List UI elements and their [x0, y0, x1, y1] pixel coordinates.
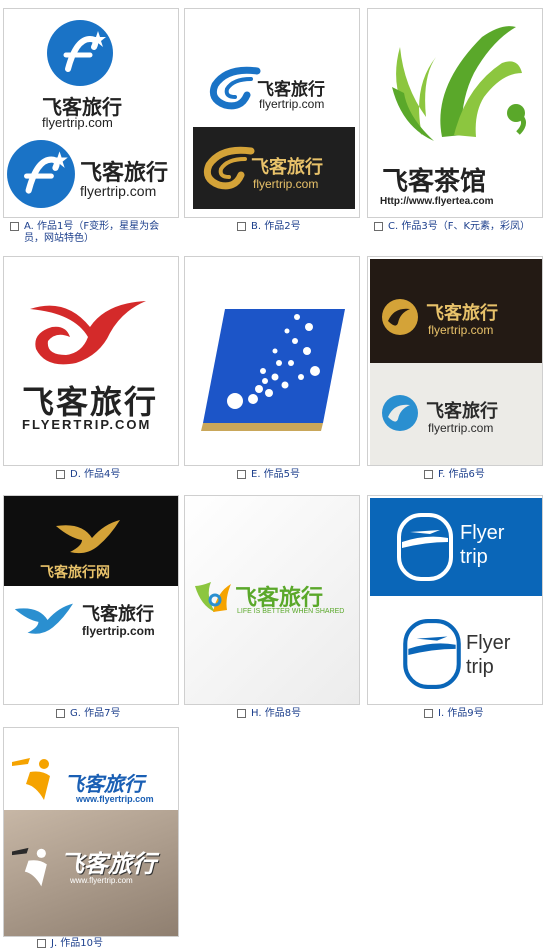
option-a-checkbox[interactable]	[10, 222, 19, 231]
swirl-circle-icon	[382, 299, 418, 335]
option-c-checkbox[interactable]	[374, 222, 383, 231]
option-e[interactable]: E. 作品5号	[237, 469, 300, 481]
logo-card-g[interactable]: 飞客旅行网 飞客旅行 flyertrip.com	[3, 495, 179, 705]
brand-url-text: flyertrip.com	[428, 323, 494, 337]
logo-card-b[interactable]: 飞客旅行 flyertrip.com 飞客旅行 flyertrip.com	[184, 8, 360, 218]
trip-text: trip	[460, 546, 488, 568]
logo-card-a[interactable]: 飞客旅行 flyertrip.com 飞客旅行 flyertrip.com	[3, 8, 179, 218]
option-i[interactable]: I. 作品9号	[424, 708, 484, 720]
dark-version-panel: 飞客旅行 flyertrip.com	[193, 127, 355, 209]
f-star-circle-icon	[47, 20, 113, 86]
brand-url-text: flyertrip.com	[80, 183, 157, 199]
option-b-label: B. 作品2号	[251, 221, 301, 232]
brand-name-text: 飞客旅行	[251, 157, 323, 178]
light-version-panel: 飞客旅行 flyertrip.com	[370, 363, 542, 465]
option-d-label: D. 作品4号	[70, 469, 121, 480]
option-i-checkbox[interactable]	[424, 709, 433, 718]
plane-window-icon	[403, 619, 461, 689]
option-a-label: A. 作品1号（F变形，星星为会员，网站特色）	[24, 221, 160, 244]
option-h-checkbox[interactable]	[237, 709, 246, 718]
tea-url-text: Http://www.flyertea.com	[380, 196, 494, 207]
brand-url-text: flyertrip.com	[42, 115, 113, 130]
leaf-swirl-icon	[195, 582, 231, 612]
option-d-checkbox[interactable]	[56, 470, 65, 479]
bird-icon	[14, 603, 73, 634]
plane-window-icon	[397, 513, 453, 581]
option-b-checkbox[interactable]	[237, 222, 246, 231]
green-leaf-k-icon	[392, 26, 526, 141]
option-g-label: G. 作品7号	[70, 708, 121, 719]
brand-url-text: flyertrip.com	[259, 97, 325, 111]
trip-text: trip	[466, 656, 494, 678]
logo-card-j[interactable]: 飞客旅行 www.flyertrip.com 飞客旅行 www.flyertri…	[3, 727, 179, 937]
brand-url-text: flyertrip.com	[82, 624, 155, 638]
option-j[interactable]: J. 作品10号	[37, 938, 103, 950]
brand-name-text: 飞客旅行	[64, 772, 144, 796]
flyer-text: Flyer	[466, 632, 511, 654]
blue-version-panel: Flyer trip	[370, 498, 542, 596]
brand-url-text: www.flyertrip.com	[76, 794, 154, 804]
logo-card-d[interactable]: 飞客旅行 FLYERTRIP.COM	[3, 256, 179, 466]
brand-url-text: www.flyertrip.com	[70, 876, 133, 885]
runner-figure-icon	[12, 847, 47, 887]
paper-version-panel: 飞客旅行 www.flyertrip.com	[4, 810, 178, 936]
logo-card-c[interactable]: 飞客茶馆 Http://www.flyertea.com	[367, 8, 543, 218]
bird-icon	[56, 520, 120, 554]
logo-card-f[interactable]: 飞客旅行 flyertrip.com 飞客旅行 flyertrip.com	[367, 256, 543, 466]
flyer-text: Flyer	[460, 522, 505, 544]
option-a[interactable]: A. 作品1号（F变形，星星为会员，网站特色）	[10, 221, 174, 245]
brand-url-text: FLYERTRIP.COM	[22, 417, 152, 432]
brand-name-text: 飞客旅行	[60, 850, 156, 878]
blue-dots-trail-icon	[201, 309, 345, 431]
brand-name-text: 飞客旅行	[82, 604, 154, 625]
swirl-wave-icon	[203, 146, 255, 190]
swirl-circle-icon	[382, 395, 418, 431]
option-g-checkbox[interactable]	[56, 709, 65, 718]
red-wing-icon	[30, 301, 146, 365]
dark-version-panel: 飞客旅行网	[4, 496, 178, 586]
option-e-checkbox[interactable]	[237, 470, 246, 479]
option-b[interactable]: B. 作品2号	[237, 221, 301, 233]
logo-card-e[interactable]	[184, 256, 360, 466]
slogan-text: LIFE IS BETTER WHEN SHARED	[237, 608, 345, 615]
brand-net-text: 飞客旅行网	[40, 565, 110, 581]
option-d[interactable]: D. 作品4号	[56, 469, 120, 481]
option-c[interactable]: C. 作品3号（F、K元素，彩凤）	[374, 221, 530, 233]
option-h-label: H. 作品8号	[251, 708, 302, 719]
brand-name-text: 飞客旅行	[426, 401, 498, 422]
option-f-label: F. 作品6号	[438, 469, 485, 480]
logo-card-i[interactable]: Flyer trip Flyer trip	[367, 495, 543, 705]
brand-url-text: flyertrip.com	[253, 177, 319, 191]
tea-name-text: 飞客茶馆	[382, 167, 487, 197]
runner-figure-icon	[12, 758, 50, 800]
option-f[interactable]: F. 作品6号	[424, 469, 485, 481]
option-f-checkbox[interactable]	[424, 470, 433, 479]
option-e-label: E. 作品5号	[251, 469, 301, 480]
option-i-label: I. 作品9号	[438, 708, 484, 719]
option-h[interactable]: H. 作品8号	[237, 708, 301, 720]
option-c-label: C. 作品3号（F、K元素，彩凤）	[388, 221, 531, 232]
option-j-label: J. 作品10号	[51, 938, 104, 949]
swirl-wave-icon	[209, 66, 261, 110]
option-j-checkbox[interactable]	[37, 939, 46, 948]
brand-url-text: flyertrip.com	[428, 421, 494, 435]
dark-version-panel: 飞客旅行 flyertrip.com	[370, 259, 542, 363]
option-g[interactable]: G. 作品7号	[56, 708, 120, 720]
logo-card-h[interactable]: 飞客旅行 LIFE IS BETTER WHEN SHARED	[184, 495, 360, 705]
f-star-circle-icon	[7, 140, 75, 208]
brand-name-text: 飞客旅行	[426, 303, 498, 324]
